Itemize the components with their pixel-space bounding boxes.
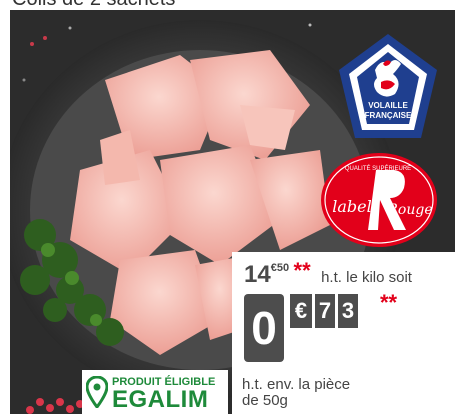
label-rouge-left: label <box>332 197 371 216</box>
location-pin-icon <box>86 376 108 408</box>
caption-text: Colis de 2 sachets <box>12 0 175 10</box>
top-caption: Colis de 2 sachets <box>0 0 464 10</box>
egalim-title: EGALIM <box>112 386 209 413</box>
price-panel: 14€50 ** h.t. le kilo soit 0 € 7 3 ** h.… <box>232 252 455 414</box>
kilo-price-integer: 14 <box>244 261 271 288</box>
kilo-price-decimal: €50 <box>270 262 290 274</box>
unit-price-currency: € <box>290 294 312 328</box>
unit-note-line1: h.t. env. la pièce <box>242 376 351 393</box>
unit-price-decimal-2: 3 <box>338 294 358 328</box>
volaille-line1: VOLAILLE <box>368 101 408 110</box>
volaille-line2: FRANÇAISE <box>365 111 412 120</box>
egalim-banner: PRODUIT ÉLIGIBLE EGALIM <box>82 370 228 414</box>
unit-price-asterisks: ** <box>380 290 398 315</box>
kilo-price-line: 14€50 ** h.t. le kilo soit <box>244 258 412 289</box>
unit-price-integer: 0 <box>244 294 284 362</box>
kilo-price-suffix: h.t. le kilo soit <box>321 269 412 286</box>
unit-note-line2: de 50g <box>242 392 288 409</box>
unit-note: h.t. env. la pièce de 50g <box>242 377 350 409</box>
unit-price-decimal-1: 7 <box>315 294 335 328</box>
label-rouge-right: Rouge <box>386 202 432 218</box>
volaille-francaise-badge: VOLAILLE FRANÇAISE <box>333 30 443 142</box>
kilo-price-asterisks: ** <box>293 258 311 283</box>
label-rouge-badge: QUALITÉ SUPÉRIEURE label Rouge <box>318 150 440 250</box>
